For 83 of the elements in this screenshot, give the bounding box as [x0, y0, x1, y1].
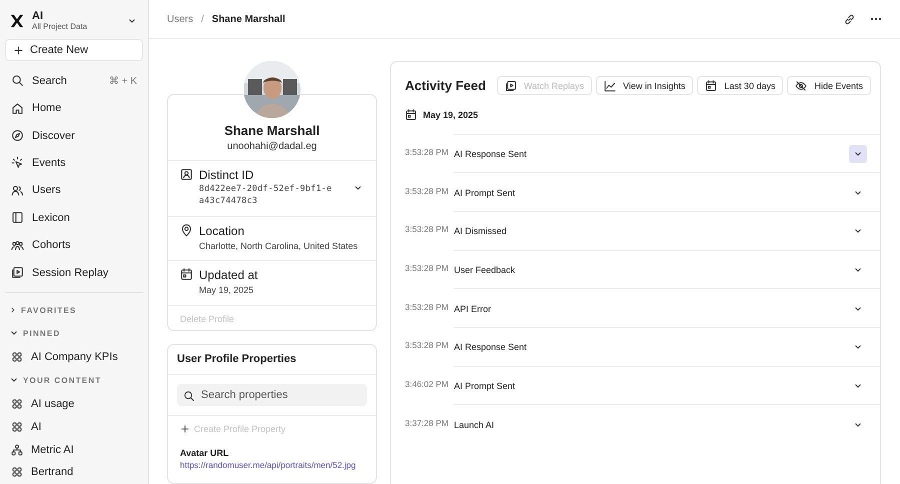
breadcrumb-separator: /	[201, 14, 204, 24]
play-video-icon	[11, 266, 24, 280]
location-pin-icon	[180, 224, 193, 237]
field-label: Distinct ID	[199, 168, 255, 182]
shortcut-hint: ⌘ + K	[108, 74, 137, 87]
grid-icon	[11, 420, 23, 433]
book-icon	[11, 211, 24, 224]
users-icon	[11, 184, 24, 197]
calendar-icon	[180, 268, 193, 282]
link-icon	[843, 12, 856, 26]
section-header[interactable]: YOUR CONTENT	[5, 368, 143, 392]
id-card-icon	[180, 168, 193, 181]
event-time: 3:53:28 PM	[404, 262, 450, 274]
toolbar-button[interactable]: View in Insights	[596, 76, 694, 95]
property-name: Avatar URL	[179, 446, 230, 458]
nav-item[interactable]: Discover	[5, 122, 143, 150]
breadcrumb-item: Shane Marshall	[212, 14, 286, 24]
sidebar-item[interactable]: AI	[5, 415, 143, 438]
section-header[interactable]: PINNED	[5, 321, 143, 346]
hierarchy-icon	[11, 444, 23, 456]
event-time: 3:53:28 PM	[404, 300, 450, 312]
event-name: API Error	[454, 304, 492, 314]
event-name: AI Response Sent	[454, 342, 528, 352]
field-value: Charlotte, North Carolina, United States	[199, 240, 359, 252]
event-time: 3:53:28 PM	[404, 184, 450, 196]
line-chart-icon	[604, 80, 616, 92]
field-label: Location	[199, 224, 246, 238]
breadcrumb-item[interactable]: Users	[167, 14, 194, 24]
logo-icon	[10, 14, 24, 28]
search-icon	[11, 74, 24, 88]
plus-icon	[13, 44, 24, 56]
search-field[interactable]: Search properties	[177, 384, 367, 406]
sidebar-item[interactable]: Bertrand	[5, 461, 143, 484]
grid-icon	[11, 350, 23, 363]
nav-item[interactable]: Session Replay	[5, 258, 143, 286]
field-value: May 19, 2025	[199, 284, 255, 297]
grid-icon	[11, 466, 23, 478]
property-link[interactable]: https://randomuser.me/api/portraits/men/52.jpg	[168, 458, 376, 472]
project-name: AI	[32, 10, 44, 22]
field-value: 8d422ee7-20df-52ef-9bf1-ea43c74478c3	[199, 184, 333, 208]
event-name: AI Prompt Sent	[454, 188, 516, 198]
search-nav-item[interactable]: Search ⌘ + K	[5, 67, 143, 94]
eye-off-icon	[795, 80, 808, 92]
user-email: unoohahi@dadal.eg	[226, 141, 318, 152]
group-icon	[11, 238, 24, 252]
section-title: User Profile Properties	[168, 344, 376, 375]
event-name: AI Response Sent	[454, 148, 528, 159]
nav-item[interactable]: Lexicon	[5, 204, 143, 232]
panel-title: Activity Feed	[405, 78, 487, 93]
nav-item[interactable]: Cohorts	[5, 231, 143, 259]
calendar-icon	[705, 80, 718, 92]
sidebar-item[interactable]: AI Company KPIs	[5, 345, 143, 368]
event-name: AI Prompt Sent	[454, 380, 516, 391]
event-name: AI Dismissed	[454, 226, 508, 236]
nav-item[interactable]: Home	[5, 94, 143, 122]
project-subtitle: All Project Data	[32, 22, 88, 31]
create-new-button[interactable]: Create New	[5, 39, 143, 61]
event-time: 3:53:28 PM	[404, 339, 450, 350]
cursor-click-icon	[11, 156, 24, 170]
sidebar-item[interactable]: Metric AI	[5, 438, 143, 461]
grid-icon	[11, 398, 23, 410]
calendar-icon	[405, 109, 417, 121]
event-time: 3:53:28 PM	[404, 223, 450, 234]
sidebar-item[interactable]: AI usage	[5, 392, 143, 416]
nav-item[interactable]: Events	[5, 149, 143, 177]
nav-item[interactable]: Users	[5, 176, 143, 204]
user-name: Shane Marshall	[223, 123, 321, 138]
event-time: 3:37:28 PM	[404, 416, 450, 428]
event-time: 3:53:28 PM	[404, 146, 450, 157]
date-heading: May 19, 2025	[423, 110, 478, 120]
compass-icon	[11, 129, 24, 142]
plus-icon	[180, 424, 190, 434]
expand-button[interactable]	[849, 144, 867, 163]
field-label: Updated at	[199, 268, 259, 282]
more-icon[interactable]	[870, 17, 882, 21]
event-time: 3:46:02 PM	[404, 378, 450, 390]
event-name: User Feedback	[454, 264, 516, 275]
event-name: Launch AI	[454, 420, 496, 430]
home-icon	[11, 102, 24, 115]
toolbar-button[interactable]: Last 30 days	[697, 76, 784, 95]
toolbar-button[interactable]: Hide Events	[787, 76, 871, 95]
section-header[interactable]: FAVORITES	[5, 299, 143, 322]
play-video-icon	[504, 80, 517, 92]
